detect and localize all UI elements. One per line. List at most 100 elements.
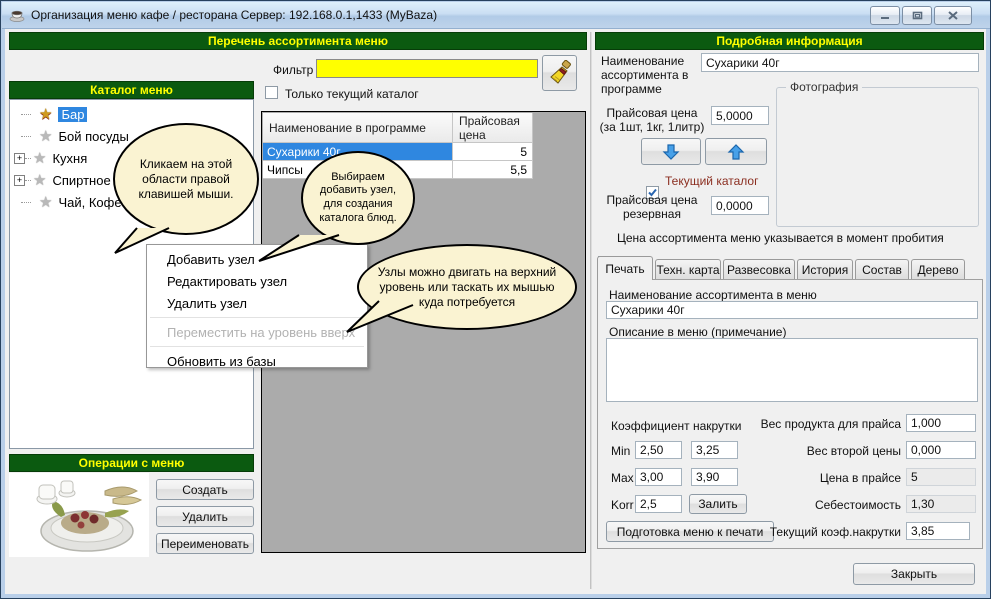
cost-value: 1,30 bbox=[906, 495, 976, 513]
menu-item-refresh-from-db[interactable]: Обновить из базы bbox=[147, 350, 367, 372]
tree-item-label[interactable]: Бой посуды bbox=[58, 129, 128, 144]
tree-item-label[interactable]: Спиртное bbox=[52, 173, 110, 188]
arrow-up-icon bbox=[727, 143, 745, 161]
table-row-price[interactable]: 5,5 bbox=[453, 161, 533, 179]
price-label: Прайсовая цена (за 1шт, 1кг, 1литр) bbox=[597, 106, 707, 134]
star-icon: ★ bbox=[39, 195, 52, 210]
star-icon: ★ bbox=[39, 129, 52, 144]
maximize-icon bbox=[912, 11, 923, 20]
korr-input[interactable] bbox=[635, 495, 682, 513]
korr-label: Korr bbox=[611, 498, 634, 512]
tree-item-label[interactable]: Бар bbox=[58, 107, 87, 122]
menu-item-move-up-level: Переместить на уровень вверх bbox=[147, 321, 367, 343]
tab-sostav[interactable]: Состав bbox=[855, 259, 909, 280]
delete-button[interactable]: Удалить bbox=[156, 506, 254, 527]
tree-item-chay-kofe[interactable]: ★ Чай, Кофе bbox=[21, 192, 122, 212]
app-window: Организация меню кафе / ресторана Сервер… bbox=[0, 0, 991, 599]
operations-header-label: Операции с меню bbox=[79, 456, 185, 470]
column-header-name[interactable]: Наименование в программе bbox=[263, 113, 453, 143]
delete-button-label: Удалить bbox=[182, 510, 228, 524]
arrow-down-icon bbox=[662, 143, 680, 161]
titlebar[interactable]: Организация меню кафе / ресторана Сервер… bbox=[2, 2, 991, 29]
table-cell-price: 5 bbox=[520, 145, 527, 159]
price-list-value-text: 5 bbox=[911, 470, 918, 484]
name-in-program-input[interactable] bbox=[701, 53, 979, 72]
tab-label: История bbox=[802, 263, 849, 277]
only-current-catalog-label: Только текущий каталог bbox=[285, 87, 419, 101]
tab-label: Развесовка bbox=[727, 263, 791, 277]
panel-divider bbox=[590, 32, 592, 589]
price-input[interactable] bbox=[711, 106, 769, 125]
table-row-price-selected[interactable]: 5 bbox=[453, 143, 533, 161]
menu-item-label: Переместить на уровень вверх bbox=[167, 325, 355, 340]
create-button[interactable]: Создать bbox=[156, 479, 254, 500]
tree-connector bbox=[21, 114, 31, 115]
clear-filter-button[interactable] bbox=[542, 55, 577, 91]
rename-button[interactable]: Переименовать bbox=[156, 533, 254, 554]
second-weight-input[interactable] bbox=[906, 441, 976, 459]
menu-separator bbox=[147, 343, 367, 350]
cost-value-text: 1,30 bbox=[911, 497, 934, 511]
star-icon: ★ bbox=[33, 173, 46, 188]
column-header-price-label: Прайсовая цена bbox=[459, 114, 532, 142]
tab-razvesovka[interactable]: Развесовка bbox=[723, 259, 795, 280]
column-header-price[interactable]: Прайсовая цена bbox=[453, 113, 533, 143]
operations-header: Операции с меню bbox=[9, 454, 254, 472]
price-at-sale-label: Цена ассортимента меню указывается в мом… bbox=[617, 231, 944, 245]
min-label: Min bbox=[611, 444, 630, 458]
tab-derevo[interactable]: Дерево bbox=[911, 259, 965, 280]
only-current-catalog-checkbox[interactable] bbox=[265, 86, 278, 99]
active-tab-connector bbox=[598, 279, 652, 281]
tab-print[interactable]: Печать bbox=[597, 256, 653, 280]
menu-item-delete-node[interactable]: Удалить узел bbox=[147, 292, 367, 314]
move-up-button[interactable] bbox=[705, 138, 767, 165]
filter-input[interactable] bbox=[316, 59, 538, 78]
tree-connector bbox=[25, 158, 31, 159]
broom-icon bbox=[548, 60, 572, 86]
tree-connector bbox=[25, 180, 31, 181]
close-button[interactable]: Закрыть bbox=[853, 563, 975, 585]
menu-separator bbox=[147, 314, 367, 321]
menu-item-label: Обновить из базы bbox=[167, 354, 276, 369]
maximize-button[interactable] bbox=[902, 6, 932, 25]
current-markup-label: Текущий коэф.накрутки bbox=[736, 525, 901, 539]
second-weight-label: Вес второй цены bbox=[701, 444, 901, 458]
close-window-button[interactable] bbox=[934, 6, 972, 25]
tree-item-spirtnoe[interactable]: + ★ Спиртное bbox=[14, 170, 111, 190]
weight-input[interactable] bbox=[906, 414, 976, 432]
menu-item-edit-node[interactable]: Редактировать узел bbox=[147, 270, 367, 292]
tree-item-kuhnya[interactable]: + ★ Кухня bbox=[14, 148, 87, 168]
table-cell-name: Чипсы bbox=[267, 163, 303, 177]
move-down-button[interactable] bbox=[641, 138, 701, 165]
photo-group-label: Фотография bbox=[786, 80, 862, 94]
tree-item-label[interactable]: Чай, Кофе bbox=[58, 195, 121, 210]
tab-tech-card[interactable]: Техн. карта bbox=[655, 259, 721, 280]
min-coef-input[interactable] bbox=[635, 441, 682, 459]
close-icon bbox=[948, 11, 958, 20]
tree-item-label[interactable]: Кухня bbox=[52, 151, 87, 166]
star-icon: ★ bbox=[39, 107, 52, 122]
right-section-title: Подробная информация bbox=[716, 34, 862, 48]
rename-button-label: Переименовать bbox=[161, 537, 249, 551]
expand-plus-icon[interactable]: + bbox=[14, 175, 25, 186]
price-list-value: 5 bbox=[906, 468, 976, 486]
photo-groupbox: Фотография bbox=[776, 87, 979, 227]
menu-name-label: Наименование ассортимента в меню bbox=[609, 288, 817, 302]
tree-item-bar[interactable]: ★ Бар bbox=[21, 104, 87, 124]
reserve-price-label: Прайсовая цена резервная bbox=[597, 193, 707, 221]
hint-bubble-right-click: Кликаем на этой области правой клавишей … bbox=[113, 123, 259, 235]
catalog-header-label: Каталог меню bbox=[90, 83, 173, 97]
reserve-price-input[interactable] bbox=[711, 196, 769, 215]
create-button-label: Создать bbox=[182, 483, 228, 497]
current-catalog-label: Текущий каталог bbox=[665, 174, 758, 188]
max-label: Max bbox=[611, 471, 634, 485]
tab-history[interactable]: История bbox=[797, 259, 853, 280]
current-markup-input[interactable] bbox=[906, 522, 970, 540]
tree-item-boy-posudy[interactable]: ★ Бой посуды bbox=[21, 126, 129, 146]
max-coef-input[interactable] bbox=[635, 468, 682, 486]
menu-name-input[interactable] bbox=[606, 301, 978, 319]
tab-label: Техн. карта bbox=[657, 263, 720, 277]
expand-plus-icon[interactable]: + bbox=[14, 153, 25, 164]
minimize-button[interactable] bbox=[870, 6, 900, 25]
description-textarea[interactable] bbox=[606, 338, 978, 402]
